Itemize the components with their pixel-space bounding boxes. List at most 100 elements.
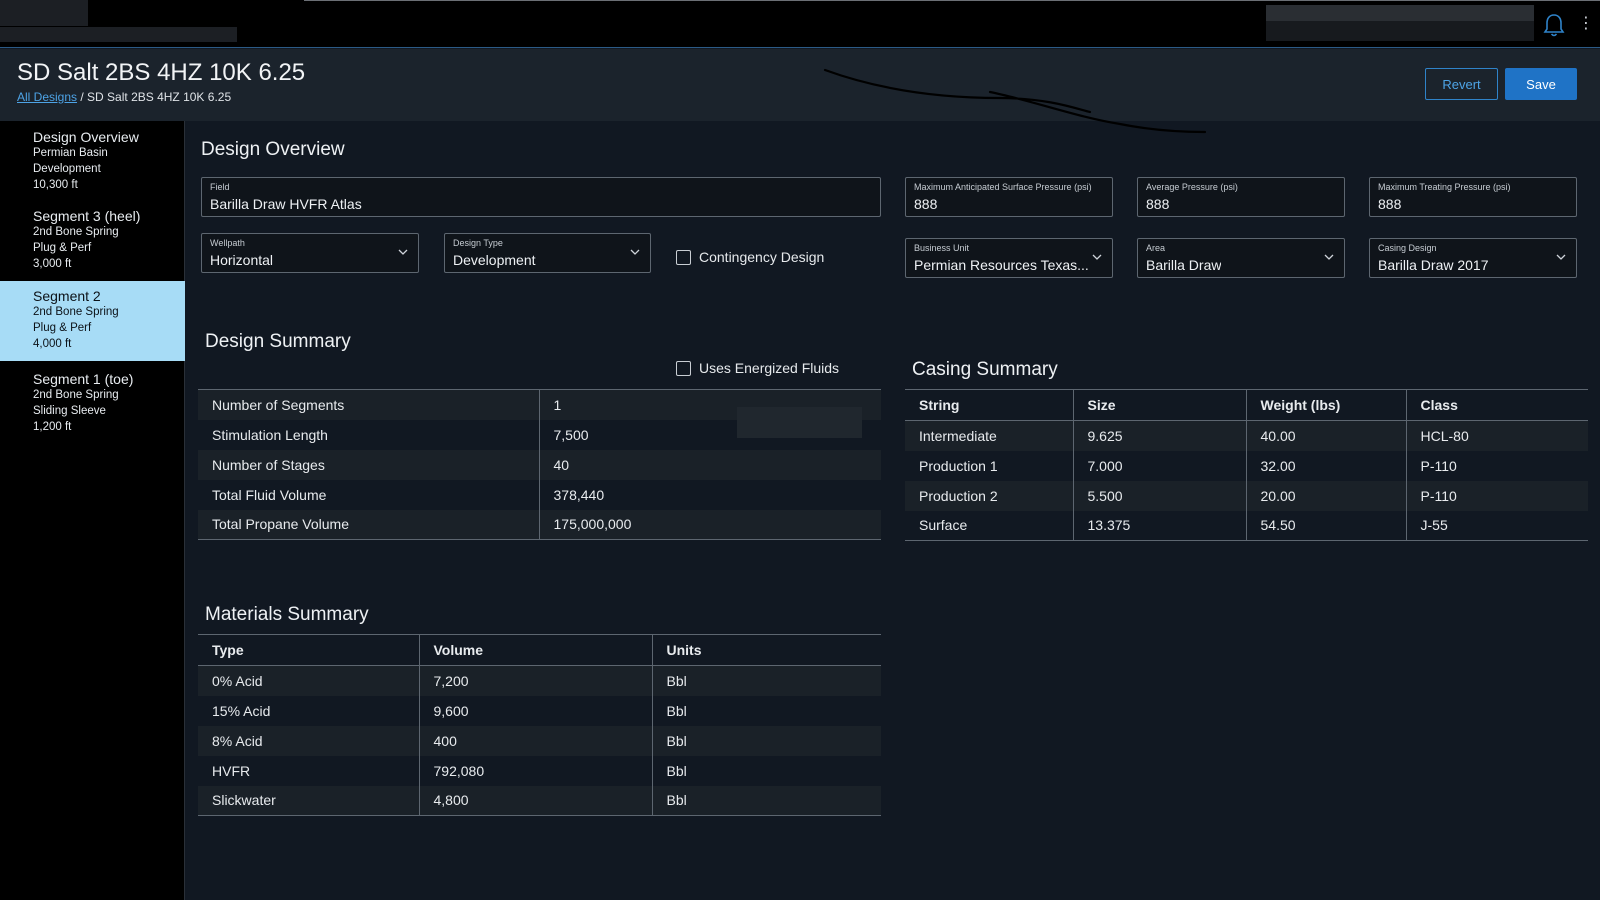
- kebab-menu-icon[interactable]: ⋮: [1578, 14, 1594, 34]
- design-summary-heading: Design Summary: [205, 331, 351, 352]
- table-row: 8% Acid 400 Bbl: [198, 725, 881, 756]
- table-row: Intermediate 9.625 40.00 HCL-80: [905, 420, 1588, 451]
- summary-label: Total Fluid Volume: [212, 486, 327, 503]
- sidebar-item-formation: 2nd Bone Spring: [33, 389, 119, 401]
- revert-button[interactable]: Revert: [1425, 68, 1498, 100]
- casing-summary-heading: Casing Summary: [912, 359, 1058, 380]
- field-value: Barilla Draw HVFR Atlas: [210, 196, 362, 212]
- app-logo-placeholder: [0, 0, 88, 26]
- max-surface-pressure-label: Maximum Anticipated Surface Pressure (ps…: [914, 182, 1092, 192]
- cell: 0% Acid: [198, 665, 419, 696]
- bell-icon[interactable]: [1542, 12, 1566, 38]
- field-label: Field: [210, 182, 230, 192]
- avg-pressure-input[interactable]: Average Pressure (psi) 888: [1137, 177, 1345, 217]
- column-header-size[interactable]: Size: [1072, 389, 1246, 421]
- cell: 9.625: [1072, 420, 1246, 451]
- cell: 9,600: [418, 695, 652, 726]
- summary-label: Number of Segments: [198, 389, 539, 420]
- cell: Production 1: [919, 457, 998, 474]
- cell: 5.500: [1072, 480, 1246, 511]
- sidebar-item-title: Segment 2: [33, 288, 101, 304]
- sidebar-item-length: 10,300 ft: [33, 179, 78, 191]
- area-value: Barilla Draw: [1146, 257, 1222, 273]
- cell: J-55: [1405, 510, 1588, 541]
- design-type-select[interactable]: Design Type Development: [444, 233, 651, 273]
- energized-fluids-checkbox[interactable]: [676, 361, 691, 376]
- cell: 40.00: [1245, 420, 1406, 451]
- design-overview-heading: Design Overview: [201, 139, 345, 160]
- sidebar-item-segment-3[interactable]: Segment 3 (heel) 2nd Bone Spring Plug & …: [0, 208, 185, 284]
- cell: Intermediate: [905, 420, 1073, 451]
- global-search-input[interactable]: [1266, 5, 1534, 41]
- sidebar-item-title: Segment 3 (heel): [33, 208, 141, 224]
- cell: Bbl: [651, 695, 881, 726]
- cell: Surface: [919, 517, 968, 534]
- column-header-string[interactable]: String: [905, 389, 1073, 421]
- field-input[interactable]: Field Barilla Draw HVFR Atlas: [201, 177, 881, 217]
- page-title: SD Salt 2BS 4HZ 10K 6.25: [17, 59, 306, 86]
- cell: Bbl: [651, 785, 881, 816]
- max-treating-pressure-input[interactable]: Maximum Treating Pressure (psi) 888: [1369, 177, 1577, 217]
- materials-summary-table: Type Volume Units 0% Acid 7,200 Bbl 15% Ac…: [198, 634, 881, 816]
- table-row: Total Propane Volume 175,000,000: [198, 509, 881, 540]
- breadcrumb-current: SD Salt 2BS 4HZ 10K 6.25: [87, 90, 232, 104]
- sidebar-item-type: Development: [33, 163, 101, 175]
- sidebar-item-segment-2[interactable]: Segment 2 2nd Bone Spring Plug & Perf 4,…: [0, 281, 185, 361]
- sidebar-item-design-overview[interactable]: Design Overview Permian Basin Developmen…: [0, 129, 185, 205]
- table-row: Total Fluid Volume 378,440: [198, 479, 881, 510]
- cell: Bbl: [651, 665, 881, 696]
- column-header-weight[interactable]: Weight (lbs): [1245, 389, 1406, 421]
- wellpath-select[interactable]: Wellpath Horizontal: [201, 233, 419, 273]
- sidebar-item-segment-1[interactable]: Segment 1 (toe) 2nd Bone Spring Sliding …: [0, 371, 185, 447]
- cell: 54.50: [1245, 510, 1406, 541]
- sidebar-item-formation: 2nd Bone Spring: [33, 306, 119, 318]
- max-surface-pressure-input[interactable]: Maximum Anticipated Surface Pressure (ps…: [905, 177, 1113, 217]
- cell: HVFR: [212, 762, 251, 779]
- column-header-class[interactable]: Class: [1405, 389, 1588, 421]
- cell: 8% Acid: [198, 725, 419, 756]
- cell: 792,080: [418, 755, 652, 786]
- casing-design-select[interactable]: Casing Design Barilla Draw 2017: [1369, 238, 1577, 278]
- chevron-down-icon: [1092, 254, 1102, 260]
- summary-value: 40: [538, 449, 881, 480]
- column-header-units[interactable]: Units: [651, 634, 881, 666]
- table-row: 15% Acid 9,600 Bbl: [198, 695, 881, 726]
- summary-label: Total Propane Volume: [198, 509, 539, 540]
- table-row: Surface 13.375 54.50 J-55: [905, 510, 1588, 541]
- sidebar-item-completion: Plug & Perf: [33, 322, 92, 334]
- app-name-placeholder: [0, 27, 237, 42]
- summary-label: Number of Stages: [198, 449, 539, 480]
- area-select[interactable]: Area Barilla Draw: [1137, 238, 1345, 278]
- cell: P-110: [1405, 480, 1588, 511]
- save-button[interactable]: Save: [1505, 68, 1577, 100]
- cell: 400: [418, 725, 652, 756]
- max-treating-pressure-value: 888: [1378, 196, 1402, 212]
- sidebar-item-length: 4,000 ft: [33, 338, 72, 350]
- cell: 4,800: [418, 785, 652, 816]
- cell: 7.000: [1072, 450, 1246, 481]
- breadcrumb-all-designs-link[interactable]: All Designs: [17, 90, 77, 104]
- area-label: Area: [1146, 243, 1166, 253]
- cell: 32.00: [1245, 450, 1406, 481]
- design-type-label: Design Type: [453, 238, 503, 248]
- sidebar-item-length: 1,200 ft: [33, 421, 72, 433]
- column-header-volume[interactable]: Volume: [418, 634, 652, 666]
- top-divider: [304, 0, 1600, 1]
- breadcrumb: All Designs / SD Salt 2BS 4HZ 10K 6.25: [17, 90, 231, 104]
- design-type-value: Development: [453, 252, 536, 268]
- chevron-down-icon: [398, 249, 408, 255]
- table-row: 0% Acid 7,200 Bbl: [198, 665, 881, 696]
- contingency-design-checkbox[interactable]: [676, 250, 691, 265]
- casing-summary-table: String Size Weight (lbs) Class Intermedi…: [905, 389, 1588, 541]
- redacted-block: [737, 407, 862, 438]
- table-row: HVFR 792,080 Bbl: [198, 755, 881, 786]
- column-header-type[interactable]: Type: [198, 634, 419, 666]
- table-row: Production 1 7.000 32.00 P-110: [905, 450, 1588, 481]
- cell: 7,200: [418, 665, 652, 696]
- contingency-design-label: Contingency Design: [699, 249, 825, 265]
- segment-sidebar: Design Overview Permian Basin Developmen…: [0, 121, 185, 900]
- max-treating-pressure-label: Maximum Treating Pressure (psi): [1378, 182, 1511, 192]
- search-highlight: [1266, 5, 1534, 21]
- business-unit-select[interactable]: Business Unit Permian Resources Texas...: [905, 238, 1113, 278]
- sidebar-item-basin: Permian Basin: [33, 147, 108, 159]
